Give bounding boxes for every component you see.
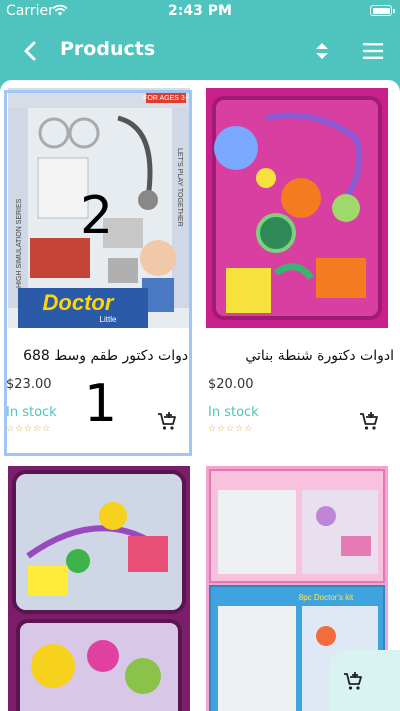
product-image[interactable] [8, 466, 190, 711]
product-image[interactable] [206, 88, 388, 328]
product-price: $20.00 [208, 377, 254, 392]
cart-icon [344, 672, 362, 690]
stock-status: In stock [208, 405, 259, 420]
battery-icon [370, 5, 395, 16]
navigation-bar: Products [0, 22, 400, 80]
product-grid: FOR AGES 3+ HIGH SIMULATION SERIES LET'S… [0, 80, 400, 711]
add-to-cart-icon[interactable] [358, 410, 380, 432]
overlay-label-1: 1 [84, 374, 118, 434]
status-bar: Carrier 2:43 PM [0, 0, 400, 22]
product-name[interactable]: ادوات دكتورة شنطة بناتي [208, 348, 394, 364]
menu-icon[interactable] [362, 40, 384, 62]
clock: 2:43 PM [168, 3, 232, 19]
sort-icon[interactable] [312, 40, 332, 62]
back-chevron-icon[interactable] [18, 38, 44, 64]
box-label: 8pc Doctor's kit [299, 593, 354, 602]
page-title: Products [60, 38, 156, 60]
overlay-label-2: 2 [80, 186, 114, 246]
cart-floating-button[interactable] [330, 650, 400, 711]
rating-stars: ☆☆☆☆☆ [208, 424, 254, 434]
